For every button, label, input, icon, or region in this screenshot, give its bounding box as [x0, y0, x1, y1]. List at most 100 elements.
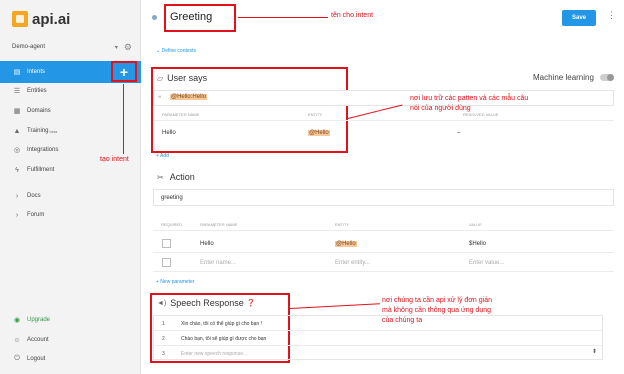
- user-says-heading: ▱ User says: [157, 73, 207, 83]
- sidebar-item-label: Docs: [27, 193, 41, 199]
- sidebar-item-fulfillment[interactable]: ϟ Fulfillment: [0, 163, 141, 177]
- speech-bubble-icon: ▱: [157, 73, 164, 83]
- sidebar-item-integrations[interactable]: ◎ Integrations: [0, 143, 141, 157]
- chevron-right-icon: ›: [15, 211, 19, 219]
- power-icon: ⏻: [14, 355, 20, 362]
- gear-icon[interactable]: ⚙: [124, 42, 132, 53]
- sidebar-item-account[interactable]: ☺ Account: [0, 333, 141, 347]
- sidebar-item-training[interactable]: ▲ Training beta: [0, 124, 141, 138]
- entity-input[interactable]: Enter entity...: [335, 260, 370, 266]
- required-checkbox[interactable]: [162, 239, 171, 248]
- sidebar-item-label: Fulfillment: [27, 167, 55, 173]
- beta-badge: beta: [49, 128, 58, 134]
- speech-response-title: Speech Response: [170, 298, 244, 308]
- parameter-value[interactable]: $Hello: [469, 241, 486, 247]
- chevron-down-icon[interactable]: ▾: [115, 44, 118, 51]
- list-icon: ☰: [13, 88, 21, 95]
- table-row-new: Enter name... Enter entity... Enter valu…: [153, 254, 614, 272]
- action-icon: ✂: [157, 172, 164, 182]
- table-row: Hello @Hello –: [153, 122, 614, 146]
- response-text[interactable]: Xin chào, tôi có thể giúp gì cho bạn !: [181, 321, 262, 327]
- quote-icon: ❝: [158, 96, 162, 102]
- account-icon: ☺: [13, 336, 21, 344]
- user-says-title: User says: [167, 73, 208, 83]
- new-parameter-link[interactable]: + New parameter: [156, 279, 195, 285]
- user-says-example[interactable]: @Hello:Hello: [170, 94, 208, 100]
- sidebar-item-label: Training: [27, 128, 49, 134]
- logo-icon: [12, 11, 28, 27]
- parameter-name[interactable]: Hello: [200, 241, 214, 247]
- response-text[interactable]: Chào bạn, tôi sẽ giúp gì được cho bạn: [181, 336, 266, 342]
- add-link[interactable]: + Add: [156, 153, 169, 159]
- chevron-right-icon: ›: [15, 192, 19, 200]
- required-checkbox[interactable]: [162, 258, 171, 267]
- table-row: Hello @Hello $Hello: [153, 235, 614, 253]
- column-header: PARAMETER NAME: [200, 222, 238, 227]
- action-input[interactable]: greeting: [153, 189, 614, 206]
- row-number: 3: [162, 351, 165, 357]
- agent-selector[interactable]: Demo-agent ▾ ⚙: [12, 40, 132, 54]
- row-number: 2: [162, 336, 165, 342]
- sidebar-item-domains[interactable]: ▦ Domains: [0, 104, 141, 118]
- name-input[interactable]: Enter name...: [200, 260, 236, 266]
- save-button[interactable]: Save: [562, 10, 596, 26]
- row-number: 1: [162, 321, 165, 327]
- sidebar-item-label: Forum: [27, 212, 45, 218]
- sidebar-item-label: Upgrade: [27, 317, 51, 323]
- action-table-header: REQUIRED PARAMETER NAME ENTITY VALUE: [153, 217, 614, 231]
- column-header: ENTITY: [308, 112, 323, 117]
- annotation-line: [238, 17, 328, 18]
- annotation-intent-name: tên cho intent: [331, 12, 374, 19]
- lightning-icon: ϟ: [15, 166, 19, 174]
- value-input[interactable]: Enter value...: [469, 260, 504, 266]
- speech-response-table: 1 Xin chào, tôi có thể giúp gì cho bạn !…: [153, 315, 603, 360]
- parameter-entity[interactable]: @Hello: [335, 241, 357, 247]
- parameter-name: Hello: [162, 130, 176, 136]
- parameter-entity: @Hello: [308, 130, 330, 136]
- sidebar-item-upgrade[interactable]: ◉ Upgrade: [0, 313, 141, 327]
- add-intent-button[interactable]: +: [111, 61, 137, 82]
- domains-icon: ▦: [13, 108, 21, 115]
- speech-response-heading: ◄) Speech Response ❓: [157, 298, 256, 308]
- entity-highlight: @Hello:Hello: [170, 94, 208, 100]
- action-title: Action: [169, 172, 195, 182]
- define-contexts-label: Define contexts: [161, 48, 197, 54]
- sidebar-item-label: Domains: [27, 108, 51, 114]
- more-options-icon[interactable]: ⋮: [607, 10, 616, 21]
- annotation-user-says: nơi lưu trữ các patten và các mẫu câu nó…: [410, 95, 529, 112]
- sidebar-item-label: Entities: [27, 88, 47, 94]
- plus-icon: +: [119, 63, 129, 80]
- stepper-icon[interactable]: ⬍: [592, 348, 597, 355]
- column-header: ENTITY: [335, 222, 350, 227]
- sidebar-item-label: Intents: [27, 69, 46, 75]
- sidebar-item-label: Logout: [27, 356, 46, 362]
- help-icon[interactable]: ❓: [247, 299, 256, 307]
- machine-learning-label: Machine learning: [533, 73, 594, 82]
- sidebar-item-label: Account: [27, 337, 49, 343]
- column-header: VALUE: [469, 222, 482, 227]
- sidebar-item-entities[interactable]: ☰ Entities: [0, 84, 141, 98]
- sidebar-item-docs[interactable]: › Docs: [0, 189, 141, 203]
- column-header: PARAMETER NAME: [162, 112, 200, 117]
- parameter-value: –: [457, 130, 461, 136]
- graduation-icon: ▲: [13, 127, 21, 135]
- list-item[interactable]: 1 Xin chào, tôi có thể giúp gì cho bạn !: [154, 316, 602, 331]
- sidebar-item-forum[interactable]: › Forum: [0, 208, 141, 222]
- annotation-line: [289, 303, 380, 309]
- sidebar-item-logout[interactable]: ⏻ Logout: [0, 352, 141, 366]
- annotation-speech-response: nơi chúng ta cần api xử lý đơn giản mà k…: [382, 297, 492, 324]
- integrations-icon: ◎: [13, 147, 21, 154]
- new-response-input[interactable]: Enter new speech response...: [181, 351, 247, 357]
- machine-learning-toggle[interactable]: [600, 74, 614, 81]
- intent-name-input[interactable]: Greeting: [170, 11, 212, 23]
- list-item-new[interactable]: 3 Enter new speech response...: [154, 346, 602, 361]
- list-item[interactable]: 2 Chào bạn, tôi sẽ giúp gì được cho bạn: [154, 331, 602, 346]
- define-contexts-link[interactable]: ⌄ Define contexts: [156, 48, 196, 54]
- action-heading: ✂ Action: [157, 172, 195, 182]
- app-logo[interactable]: api.ai: [12, 9, 70, 29]
- user-says-row[interactable]: [153, 90, 614, 106]
- agent-name: Demo-agent: [12, 44, 46, 50]
- speaker-icon: ◄): [157, 299, 167, 307]
- logo-text: api.ai: [32, 10, 71, 28]
- upgrade-icon: ◉: [13, 317, 21, 324]
